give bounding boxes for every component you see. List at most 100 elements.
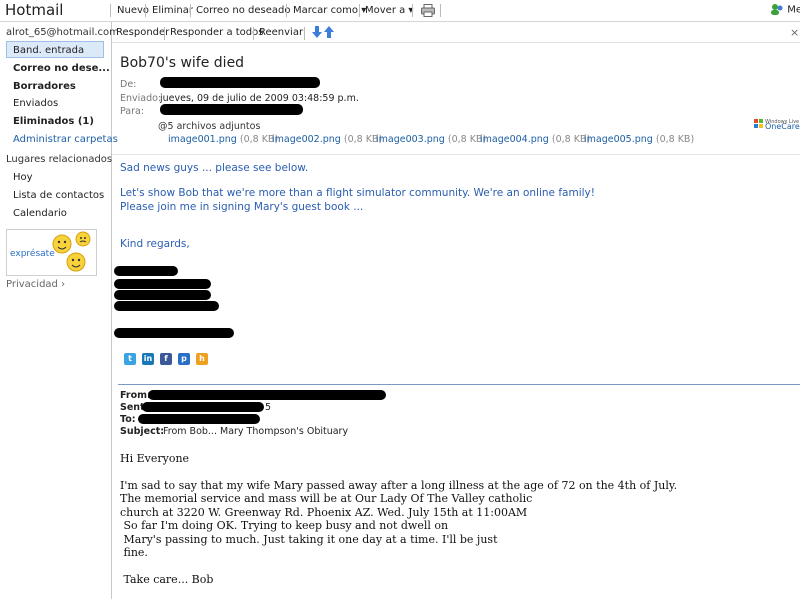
- delete-button[interactable]: Eliminar: [152, 5, 193, 16]
- fw-body-line: Hi Everyone: [120, 452, 190, 465]
- divider: [286, 4, 287, 17]
- sidebar-item-calendar[interactable]: Calendario: [7, 205, 105, 222]
- mark-as-label: Marcar como: [293, 5, 359, 16]
- fw-body-line: Mary's passing to much. Just taking it o…: [120, 533, 498, 546]
- expresate-ad[interactable]: exprésate: [6, 229, 97, 276]
- attachment-name: image004.png: [480, 134, 549, 145]
- facebook-icon[interactable]: f: [160, 353, 172, 365]
- redacted-signature: [114, 279, 211, 289]
- divider: [412, 4, 413, 17]
- divider: [110, 4, 111, 17]
- attachments-count: 5 archivos adjuntos: [167, 121, 261, 132]
- sidebar-item-sent[interactable]: Enviados: [7, 95, 105, 112]
- sidebar-item-inbox[interactable]: Band. entrada: [6, 41, 104, 58]
- linkedin-icon[interactable]: in: [142, 353, 154, 365]
- divider: [440, 4, 441, 17]
- sent-label: Enviado:: [120, 93, 162, 104]
- move-to-label: Mover a: [365, 5, 406, 16]
- body-line: Please join me in signing Mary's guest b…: [120, 201, 364, 213]
- sent-date: jueves, 09 de julio de 2009 03:48:59 p.m…: [160, 93, 359, 104]
- attachment-2[interactable]: image002.png (0,8 KB): [272, 134, 382, 145]
- redacted-signature: [114, 328, 234, 338]
- to-label: Para:: [120, 106, 145, 117]
- redacted-fw-to: [138, 414, 260, 424]
- sidebar-item-today[interactable]: Hoy: [7, 169, 105, 186]
- message-subject: Bob70's wife died: [120, 55, 245, 71]
- divider: [190, 4, 191, 17]
- privacy-label: Privacidad: [6, 279, 58, 290]
- messenger-label: Mes: [787, 4, 800, 16]
- account-email[interactable]: alrot_65@hotmail.com: [6, 27, 119, 38]
- forward-divider: [118, 384, 800, 385]
- windows-flag-icon: [754, 119, 763, 128]
- sidebar-item-deleted[interactable]: Eliminados (1): [7, 113, 105, 130]
- fw-body-line: The memorial service and mass will be at…: [120, 492, 533, 505]
- related-places-heading: Lugares relacionados: [6, 154, 113, 165]
- fw-body-line: Take care... Bob: [120, 573, 214, 586]
- fw-from-label: From:: [120, 390, 151, 401]
- sidebar-item-contacts[interactable]: Lista de contactos: [7, 187, 105, 204]
- from-label: De:: [120, 79, 137, 90]
- divider: [359, 4, 360, 17]
- arrow-down-icon[interactable]: [312, 26, 322, 41]
- divider: [145, 4, 146, 17]
- body-line: Sad news guys ... please see below.: [120, 162, 309, 174]
- smiley-icon: [52, 231, 91, 272]
- move-to-button[interactable]: Mover a ▾: [365, 5, 413, 16]
- rss-icon[interactable]: h: [196, 353, 208, 365]
- chevron-right-icon: ›: [61, 279, 66, 290]
- ad-label: exprésate: [10, 249, 55, 259]
- manage-folders-link[interactable]: Administrar carpetas: [7, 131, 118, 148]
- attachment-name: image002.png: [272, 134, 341, 145]
- redacted-signature: [114, 290, 211, 300]
- close-icon[interactable]: ×: [790, 26, 799, 39]
- body-line: Let's show Bob that we're more than a fl…: [120, 187, 595, 199]
- attachment-4[interactable]: image004.png (0,8 KB): [480, 134, 590, 145]
- fw-subject-value: From Bob... Mary Thompson's Obituary: [163, 426, 349, 437]
- divider: [164, 27, 165, 40]
- redacted-fw-sent: [142, 402, 264, 412]
- fw-sent-label: Sent: [120, 402, 145, 413]
- redacted-sender: [160, 77, 320, 88]
- attachment-size: (0,8 KB): [655, 134, 695, 145]
- header-divider: [112, 154, 800, 155]
- twitter-icon[interactable]: t: [124, 353, 136, 365]
- redacted-signature: [114, 301, 219, 311]
- messenger-icon: [771, 4, 783, 15]
- redacted-signature: [114, 266, 178, 276]
- divider: [253, 27, 254, 40]
- blog-icon[interactable]: p: [178, 353, 190, 365]
- body-line: Kind regards,: [120, 238, 190, 250]
- fw-body-line: So far I'm doing OK. Trying to keep busy…: [120, 519, 449, 532]
- redacted-recipient: [160, 104, 303, 115]
- onecare-line2: OneCare: [765, 122, 800, 131]
- fw-body-line: church at 3220 W. Greenway Rd. Phoenix A…: [120, 506, 528, 519]
- hotmail-logo[interactable]: Hotmail: [5, 1, 63, 19]
- fw-sent-tail: 5: [265, 402, 272, 413]
- arrow-up-icon[interactable]: [324, 26, 334, 41]
- fw-body-line: I'm sad to say that my wife Mary passed …: [120, 479, 678, 492]
- fw-to-label: To:: [120, 414, 136, 425]
- messenger-button[interactable]: Mes: [770, 3, 800, 16]
- reply-all-button[interactable]: Responder a todos: [170, 27, 263, 38]
- sidebar-item-drafts[interactable]: Borradores: [7, 78, 105, 95]
- reply-button[interactable]: Responder: [116, 27, 169, 38]
- attachments-summary: @5 archivos adjuntos: [158, 121, 260, 132]
- attachment-name: image003.png: [376, 134, 445, 145]
- print-icon[interactable]: [421, 4, 435, 20]
- forward-button[interactable]: Reenviar: [259, 27, 303, 38]
- attachment-1[interactable]: image001.png (0,8 KB): [168, 134, 278, 145]
- attachment-5[interactable]: image005.png (0,8 KB): [584, 134, 694, 145]
- fw-subject-label: Subject:: [120, 426, 165, 437]
- attachment-name: image005.png: [584, 134, 653, 145]
- fw-body-line: fine.: [120, 546, 148, 559]
- mark-as-button[interactable]: Marcar como ▾: [293, 5, 366, 16]
- attachment-name: image001.png: [168, 134, 237, 145]
- divider: [304, 27, 305, 40]
- sidebar-item-junk[interactable]: Correo no dese...: [7, 60, 110, 77]
- junk-button[interactable]: Correo no deseado: [196, 5, 290, 16]
- paperclip-icon: @: [158, 121, 168, 132]
- redacted-fw-from: [148, 390, 386, 400]
- attachment-3[interactable]: image003.png (0,8 KB): [376, 134, 486, 145]
- privacy-link[interactable]: Privacidad ›: [6, 279, 65, 290]
